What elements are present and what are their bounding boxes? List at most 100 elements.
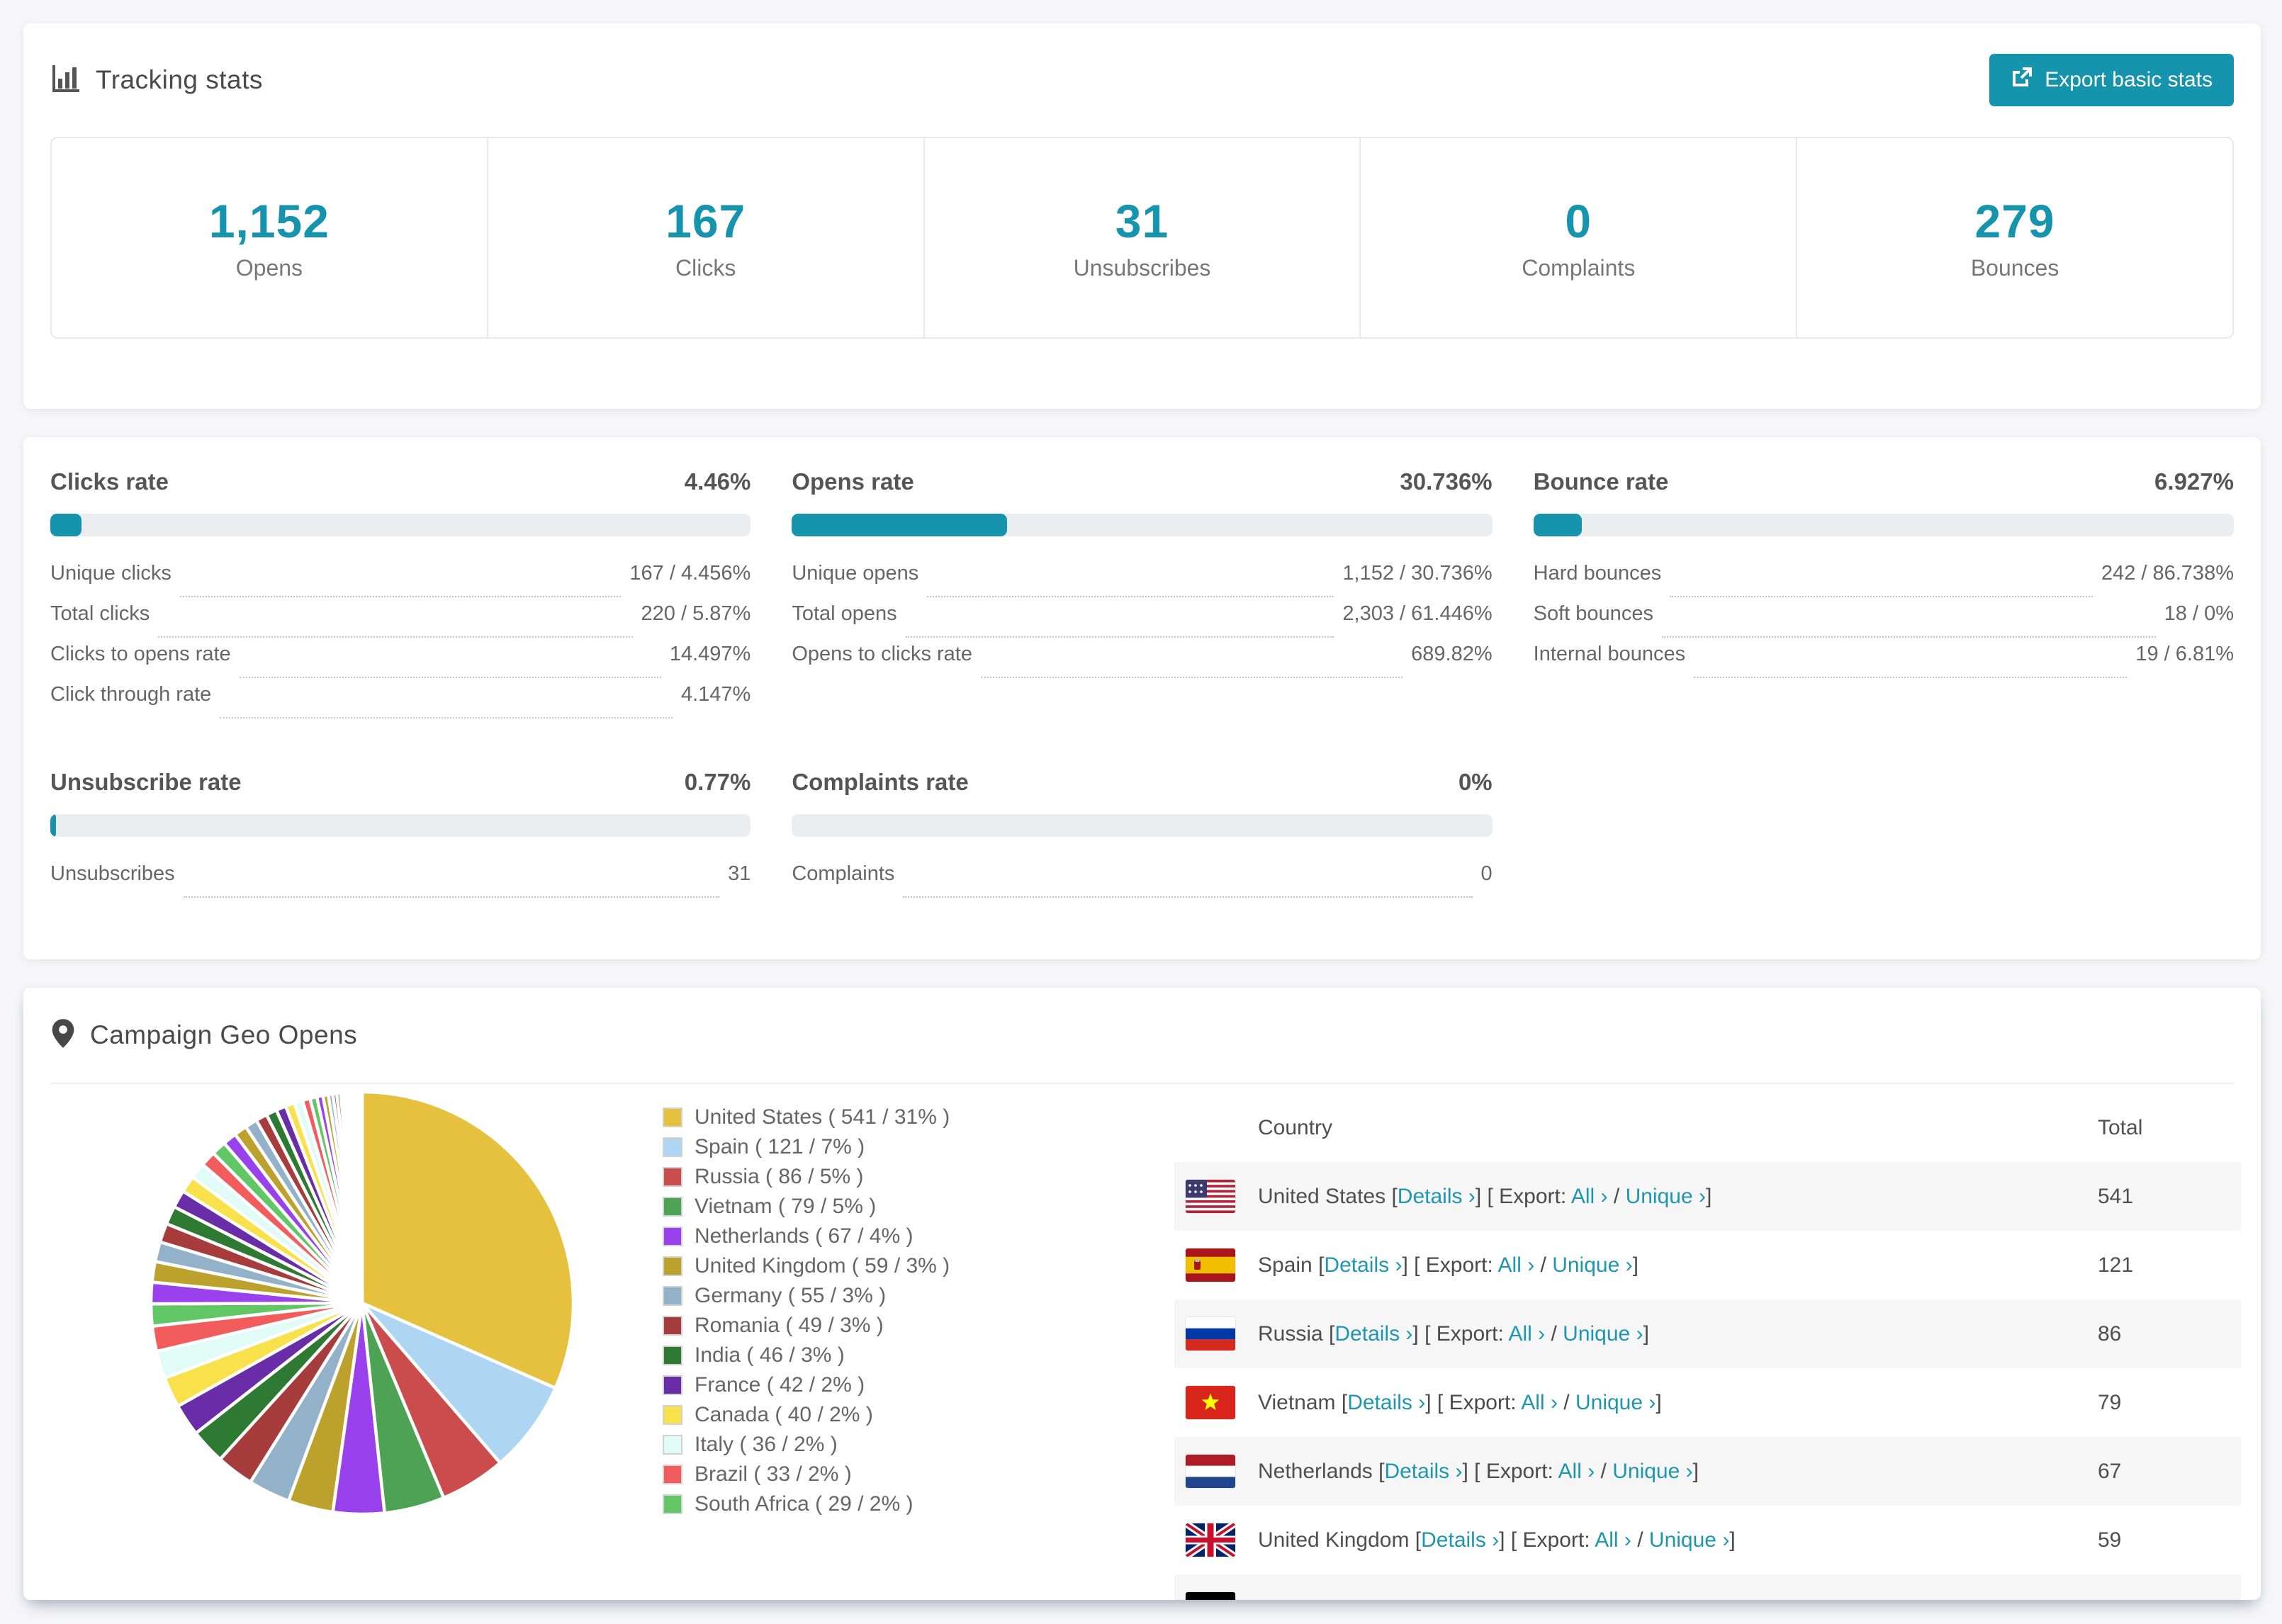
details-link[interactable]: Details › [1334,1322,1412,1346]
legend-swatch-icon [663,1227,682,1246]
export-unique-link[interactable]: Unique › [1649,1528,1729,1552]
total-cell: 59 [2098,1528,2122,1552]
bracket: ] [ [1412,1321,1437,1346]
rate-row-label: Hard bounces [1533,562,1662,585]
legend-item-germany: Germany ( 55 / 3% ) [663,1281,950,1311]
rate-row-label: Total opens [792,602,897,625]
rate-section-value: 0.77% [684,769,751,795]
country-cell: United States [Details ›] [ Export: All … [1258,1185,2074,1209]
rate-section-title: Unsubscribe rate [50,769,242,795]
dotted-leader [179,596,622,597]
bar-chart-icon [50,63,82,98]
separator: / [1607,1184,1626,1208]
rates-row-1: Clicks rate 4.46% Unique clicks 167 / 4.456… [50,468,2234,723]
export-all-link[interactable]: All › [1498,1253,1535,1277]
total-cell: 121 [2098,1253,2134,1277]
rate-section-clicks-rate: Clicks rate 4.46% Unique clicks 167 / 4.456… [50,468,751,723]
progress-track-clicks-rate [50,514,751,536]
dotted-leader [903,896,1473,898]
export-label: Export: [1485,1459,1558,1483]
export-all-link[interactable]: All › [1571,1185,1608,1208]
geo-pie-chart [146,1087,578,1519]
geo-table-header-row: Country Total [1174,1094,2241,1162]
rate-row-label: Clicks to opens rate [50,643,231,665]
export-all-link[interactable]: All › [1521,1391,1558,1414]
legend-label: South Africa ( 29 / 2% ) [695,1492,914,1516]
rate-rows: Unsubscribes 31 [50,862,751,903]
rate-section-value: 4.46% [684,468,751,495]
stat-label: Bounces [1970,255,2059,281]
legend-item-united-states: United States ( 541 / 31% ) [663,1103,950,1132]
details-link[interactable]: Details › [1347,1391,1425,1414]
rate-section-title: Clicks rate [50,468,169,495]
separator: / [1631,1528,1649,1552]
export-button-label: Export basic stats [2045,68,2213,91]
stat-value: 279 [1974,195,2055,247]
rate-row-label: Click through rate [50,683,212,706]
rate-row: Unique clicks 167 / 4.456% [50,562,751,602]
export-all-link[interactable]: All › [1508,1322,1545,1346]
stat-card-opens: 1,152 Opens [52,138,487,337]
total-cell: 79 [2098,1390,2122,1414]
export-all-link[interactable]: All › [1558,1460,1595,1483]
dotted-leader [980,677,1403,678]
legend-item-netherlands: Netherlands ( 67 / 4% ) [663,1222,950,1251]
legend-label: India ( 46 / 3% ) [695,1343,845,1367]
export-all-link[interactable]: All › [1531,1597,1568,1601]
legend-swatch-icon [663,1197,682,1217]
bracket: [ [1415,1528,1422,1552]
progress-fill-bounce-rate [1533,514,1583,536]
rate-row-value: 0 [1480,862,1493,885]
export-unique-link[interactable]: Unique › [1563,1322,1643,1346]
legend-swatch-icon [663,1286,682,1306]
export-unique-link[interactable]: Unique › [1626,1185,1706,1208]
dotted-leader [927,596,1334,597]
legend-label: Canada ( 40 / 2% ) [695,1403,873,1426]
page-title: Tracking stats [96,65,263,94]
export-label: Export: [1522,1528,1595,1552]
export-unique-link[interactable]: Unique › [1552,1253,1632,1277]
geo-legend: United States ( 541 / 31% ) Spain ( 121 /… [663,1103,950,1519]
export-unique-link[interactable]: Unique › [1612,1460,1692,1483]
rate-row-label: Unique clicks [50,562,172,585]
legend-swatch-icon [663,1346,682,1365]
legend-label: Brazil ( 33 / 2% ) [695,1462,852,1486]
legend-label: Germany ( 55 / 3% ) [695,1284,887,1307]
legend-label: France ( 42 / 2% ) [695,1373,865,1397]
legend-item-vietnam: Vietnam ( 79 / 5% ) [663,1192,950,1222]
dotted-leader [1694,677,2128,678]
dotted-leader [1670,596,2093,597]
rate-row: Internal bounces 19 / 6.81% [1534,643,2234,683]
details-link[interactable]: Details › [1324,1253,1402,1277]
details-link[interactable]: Details › [1398,1185,1476,1208]
export-unique-link[interactable]: Unique › [1585,1597,1665,1601]
details-link[interactable]: Details › [1384,1460,1462,1483]
bracket: ] [ [1425,1390,1449,1414]
export-all-link[interactable]: All › [1595,1528,1631,1552]
rate-row-value: 14.497% [669,643,751,665]
stat-label: Unsubscribes [1073,255,1211,281]
rate-row: Unique opens 1,152 / 30.736% [792,562,1493,602]
dotted-leader [239,677,661,678]
pie-slice-other[interactable] [359,1090,364,1305]
flag-vn-icon [1186,1386,1235,1419]
progress-fill-clicks-rate [50,514,82,536]
rate-row: Clicks to opens rate 14.497% [50,643,751,683]
rate-row: Hard bounces 242 / 86.738% [1534,562,2234,602]
country-name: United States [1258,1184,1392,1208]
rate-row-value: 689.82% [1411,643,1493,665]
details-link[interactable]: Details › [1421,1528,1499,1552]
rate-row: Complaints 0 [792,862,1493,903]
details-link[interactable]: Details › [1357,1597,1435,1601]
export-unique-link[interactable]: Unique › [1575,1391,1656,1414]
stat-value: 0 [1565,195,1592,247]
stat-value: 167 [665,195,746,247]
rate-section-head: Opens rate 30.736% [792,468,1492,497]
separator: / [1568,1597,1585,1601]
rate-section-value: 30.736% [1400,468,1493,495]
stat-value: 31 [1115,195,1169,247]
geo-header: Campaign Geo Opens [50,988,2234,1084]
legend-label: Italy ( 36 / 2% ) [695,1433,838,1456]
rate-row-label: Internal bounces [1533,643,1686,665]
export-basic-stats-button[interactable]: Export basic stats [1989,54,2234,106]
